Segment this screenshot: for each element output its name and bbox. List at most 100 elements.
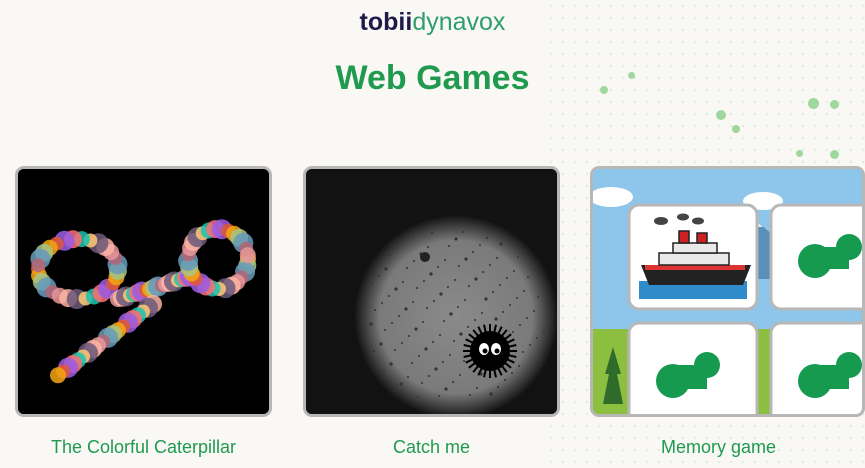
spotlight-thumbnail — [306, 169, 557, 414]
speck — [481, 312, 483, 314]
caterpillar-segment — [239, 247, 256, 264]
speck — [472, 251, 474, 253]
game-link-memory[interactable]: Memory game — [590, 436, 847, 458]
speck — [504, 379, 506, 381]
memory-card-face-down[interactable] — [769, 203, 862, 311]
speck — [379, 342, 383, 346]
speck — [431, 232, 433, 234]
speck — [454, 237, 458, 241]
memory-card-face-down[interactable] — [627, 321, 759, 414]
speck — [524, 249, 526, 251]
speck — [443, 320, 445, 322]
speck — [489, 264, 491, 266]
speck — [378, 275, 380, 277]
speck — [448, 245, 450, 247]
speck — [399, 382, 403, 386]
speck — [489, 392, 493, 396]
game-card-caterpillar[interactable] — [15, 166, 272, 417]
speck — [518, 365, 520, 367]
speck — [522, 351, 524, 353]
caterpillar-segment — [50, 367, 66, 384]
speck — [422, 321, 424, 323]
game-link-caterpillar[interactable]: The Colorful Caterpillar — [15, 436, 272, 458]
speck — [414, 327, 418, 331]
speck — [543, 330, 545, 332]
speck — [388, 295, 390, 297]
decorative-dot — [732, 125, 740, 133]
speck — [474, 319, 476, 321]
speck — [402, 281, 404, 283]
speck — [533, 310, 535, 312]
speck — [454, 279, 456, 281]
speck — [423, 280, 425, 282]
speck — [412, 301, 414, 303]
brand-logo: tobiidynavox — [0, 6, 865, 38]
speck — [507, 236, 509, 238]
speck — [374, 309, 376, 311]
speck — [459, 332, 463, 336]
speck — [469, 394, 471, 396]
speck — [482, 271, 484, 273]
target-dot — [420, 252, 430, 262]
speck — [404, 307, 408, 311]
speck — [463, 360, 465, 362]
speck — [401, 342, 403, 344]
speck — [496, 257, 498, 259]
memory-card-ship[interactable] — [627, 203, 759, 311]
speck — [476, 387, 478, 389]
speck — [408, 335, 410, 337]
speck — [373, 350, 375, 352]
brand-logo-part2: dynavox — [412, 8, 506, 36]
speck — [432, 341, 434, 343]
speck — [516, 297, 518, 299]
speck — [384, 267, 388, 271]
speck — [523, 290, 525, 292]
speck — [499, 284, 501, 286]
speck — [509, 304, 511, 306]
speck — [447, 286, 449, 288]
speck — [371, 282, 373, 284]
game-card-memory[interactable] — [590, 166, 865, 417]
speck — [468, 285, 470, 287]
speck — [426, 307, 428, 309]
speck — [497, 386, 499, 388]
game-card-catch-me[interactable] — [303, 166, 560, 417]
memory-card-face-down[interactable] — [769, 321, 862, 414]
speck — [381, 302, 383, 304]
speck — [519, 324, 521, 326]
speck — [389, 362, 393, 366]
speck — [449, 312, 453, 316]
caterpillar-thumbnail — [18, 169, 269, 414]
speck — [369, 322, 373, 326]
speck — [428, 375, 430, 377]
speck — [479, 244, 481, 246]
game-link-catch-me[interactable]: Catch me — [303, 436, 560, 458]
speck — [527, 276, 529, 278]
decorative-dot — [808, 98, 819, 109]
speck — [424, 347, 428, 351]
speck — [464, 299, 466, 301]
speck — [526, 317, 528, 319]
speck — [444, 387, 448, 391]
speck — [442, 361, 444, 363]
speck — [427, 246, 429, 248]
speck — [537, 296, 539, 298]
speck — [512, 331, 514, 333]
caterpillar-segment — [31, 258, 46, 273]
speck — [394, 349, 396, 351]
speck — [444, 259, 446, 261]
speck — [513, 270, 515, 272]
speck — [467, 326, 469, 328]
speck — [462, 231, 464, 233]
speck — [544, 289, 546, 291]
speck — [484, 297, 488, 301]
speck — [434, 367, 438, 371]
speck — [474, 277, 478, 281]
decorative-dot — [716, 110, 726, 120]
speck — [429, 272, 433, 276]
speck — [502, 311, 504, 313]
speck — [529, 344, 531, 346]
spotlight-circle — [354, 215, 557, 414]
speck — [411, 362, 413, 364]
speck — [536, 337, 538, 339]
